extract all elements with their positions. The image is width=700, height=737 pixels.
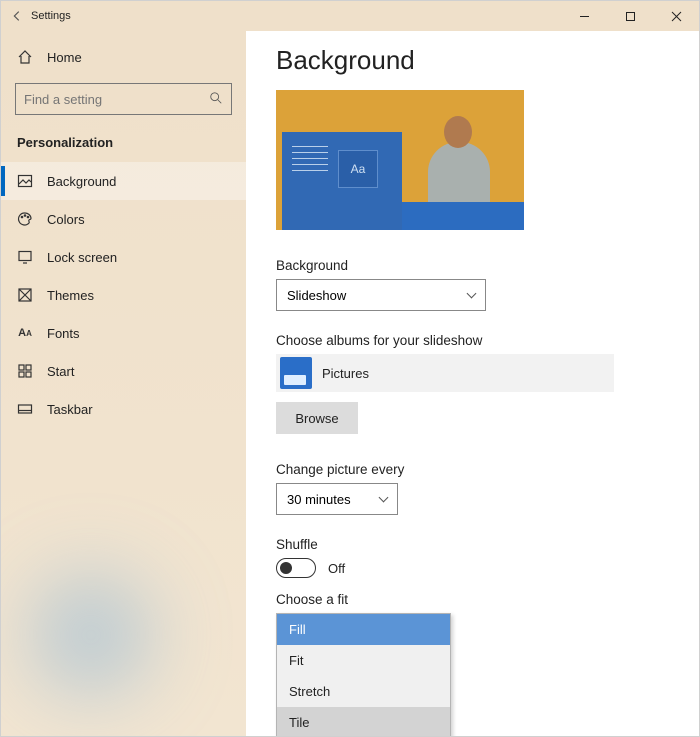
nav-home[interactable]: Home [1, 39, 246, 75]
chevron-down-icon [467, 289, 477, 299]
fit-option-fill[interactable]: Fill [277, 614, 450, 645]
nav-item-background[interactable]: Background [1, 162, 246, 200]
interval-label: Change picture every [276, 462, 669, 477]
fit-option-fit[interactable]: Fit [277, 645, 450, 676]
fit-dropdown-menu: Fill Fit Stretch Tile Center Span [276, 613, 451, 736]
nav-item-themes[interactable]: Themes [1, 276, 246, 314]
background-dropdown-value: Slideshow [287, 288, 346, 303]
background-label: Background [276, 258, 669, 273]
fit-option-stretch[interactable]: Stretch [277, 676, 450, 707]
nav-item-label: Lock screen [47, 250, 117, 265]
fit-option-tile[interactable]: Tile [277, 707, 450, 736]
maximize-button[interactable] [607, 1, 653, 31]
sidebar: Home Personalization Background Colors [1, 31, 246, 736]
app-title: Settings [31, 10, 71, 22]
nav-item-taskbar[interactable]: Taskbar [1, 390, 246, 428]
back-icon[interactable] [9, 9, 25, 23]
nav-item-lock-screen[interactable]: Lock screen [1, 238, 246, 276]
interval-dropdown-value: 30 minutes [287, 492, 351, 507]
picture-icon [17, 173, 33, 189]
folder-icon [280, 357, 312, 389]
page-title: Background [276, 45, 669, 76]
section-title: Personalization [1, 125, 246, 156]
shuffle-label: Shuffle [276, 537, 669, 552]
nav-item-colors[interactable]: Colors [1, 200, 246, 238]
preview-sample-text: Aa [338, 150, 378, 188]
nav-item-label: Themes [47, 288, 94, 303]
albums-label: Choose albums for your slideshow [276, 333, 669, 348]
nav-item-start[interactable]: Start [1, 352, 246, 390]
start-icon [17, 363, 33, 379]
nav-item-label: Background [47, 174, 116, 189]
interval-dropdown[interactable]: 30 minutes [276, 483, 398, 515]
themes-icon [17, 287, 33, 303]
fit-label: Choose a fit [276, 592, 669, 607]
shuffle-toggle[interactable] [276, 558, 316, 578]
lock-screen-icon [17, 249, 33, 265]
content-area: Background Aa Background Slideshow Choos… [246, 31, 699, 736]
nav-item-fonts[interactable]: AA Fonts [1, 314, 246, 352]
chevron-down-icon [379, 493, 389, 503]
nav-item-label: Start [47, 364, 74, 379]
home-icon [17, 49, 33, 65]
background-dropdown[interactable]: Slideshow [276, 279, 486, 311]
titlebar: Settings [1, 1, 699, 31]
search-icon [209, 91, 223, 108]
close-button[interactable] [653, 1, 699, 31]
nav-item-label: Taskbar [47, 402, 93, 417]
browse-button[interactable]: Browse [276, 402, 358, 434]
nav-item-label: Fonts [47, 326, 80, 341]
search-input[interactable] [24, 92, 209, 107]
background-preview: Aa [276, 90, 524, 230]
taskbar-icon [17, 401, 33, 417]
shuffle-state: Off [328, 561, 345, 576]
album-item[interactable]: Pictures [276, 354, 614, 392]
nav-home-label: Home [47, 50, 82, 65]
fonts-icon: AA [17, 325, 33, 341]
minimize-button[interactable] [561, 1, 607, 31]
palette-icon [17, 211, 33, 227]
search-box[interactable] [15, 83, 232, 115]
album-name: Pictures [322, 366, 369, 381]
background-blur [1, 536, 201, 716]
nav-item-label: Colors [47, 212, 85, 227]
